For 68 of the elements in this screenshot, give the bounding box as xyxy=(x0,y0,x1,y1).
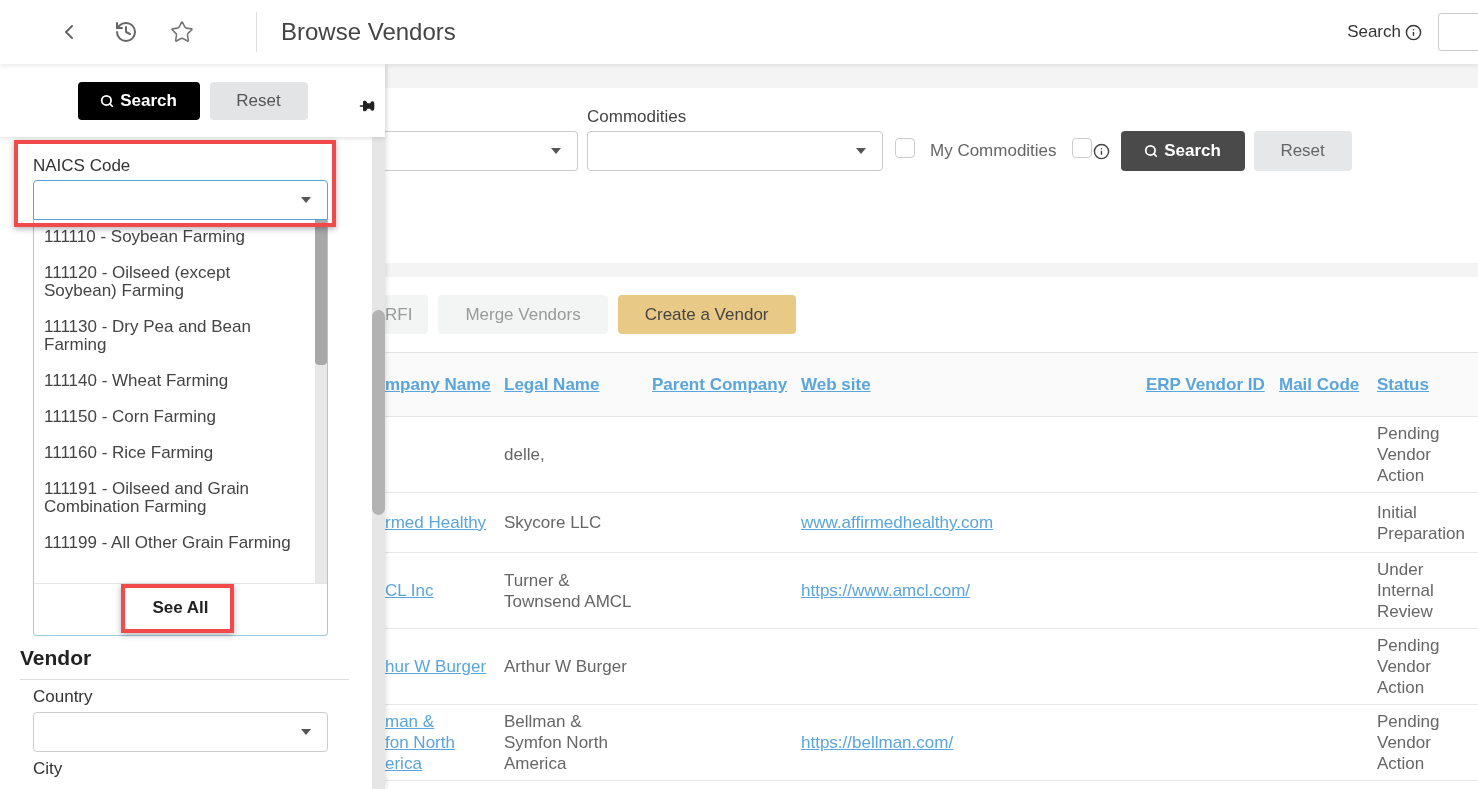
caret-icon xyxy=(301,197,311,203)
commodities-select[interactable] xyxy=(587,131,883,171)
action-button[interactable]: Merge Vendors xyxy=(438,295,608,334)
pin-icon xyxy=(359,98,375,114)
website-link[interactable]: www.affirmedhealthy.com xyxy=(801,513,994,532)
dropdown-option[interactable]: 111191 - Oilseed and Grain Combination Farming xyxy=(34,472,315,526)
field-label: Commodities xyxy=(587,107,688,127)
action-button[interactable]: RFI xyxy=(385,295,429,334)
field-label: Country xyxy=(33,686,94,707)
page-title: Browse Vendors xyxy=(281,17,456,47)
checkbox[interactable] xyxy=(1071,137,1092,158)
dropdown-option[interactable]: 111140 - Wheat Farming xyxy=(34,364,315,400)
status-cell-text: Under Internal Review xyxy=(1377,559,1435,622)
reset-button[interactable]: Reset xyxy=(209,81,308,120)
action-button[interactable]: Create a Vendor xyxy=(617,295,796,334)
section-heading: Vendor xyxy=(20,642,349,680)
caret-icon xyxy=(301,728,311,735)
column-header-link[interactable]: Legal Name xyxy=(504,374,600,394)
caret-icon xyxy=(856,148,866,154)
dropdown-option[interactable]: 111199 - All Other Grain Farming xyxy=(34,526,315,562)
naics-select[interactable] xyxy=(33,180,328,220)
see-all-button[interactable]: See All xyxy=(144,594,217,621)
history-icon[interactable] xyxy=(114,20,138,44)
reset-button[interactable]: Reset xyxy=(1253,131,1352,171)
status-cell-text: Pending Vendor Action xyxy=(1377,423,1441,486)
column-header-link[interactable]: ERP Vendor ID xyxy=(1146,374,1265,394)
field-label: City xyxy=(33,758,64,779)
website-link[interactable]: https://www.amcl.com/ xyxy=(801,581,971,600)
table-cell: Skycore LLC xyxy=(504,513,602,532)
table-cell: Arthur W Burger xyxy=(504,657,627,676)
dropdown-option[interactable]: 111120 - Oilseed (except Soybean) Farming xyxy=(34,256,315,310)
caret-icon xyxy=(551,148,561,154)
info-icon xyxy=(1405,23,1422,41)
website-link[interactable]: https://bellman.com/ xyxy=(801,733,954,752)
table-cell: Turner & Townsend AMCL xyxy=(504,570,632,611)
search-label: Search xyxy=(1347,21,1401,44)
info-icon xyxy=(1092,142,1110,160)
dropdown-option[interactable]: 111110 - Soybean Farming xyxy=(34,220,315,256)
search-field[interactable] xyxy=(1438,13,1478,51)
search-button[interactable]: Search xyxy=(1120,131,1245,171)
table-cell: delle, xyxy=(504,445,545,464)
checkbox-label: My Commodities xyxy=(930,140,1057,163)
search-icon xyxy=(1144,144,1159,158)
company-link[interactable]: rmed Healthy xyxy=(385,512,504,533)
dropdown-option[interactable]: 111160 - Rice Farming xyxy=(34,436,315,472)
scrollbar-thumb[interactable] xyxy=(372,310,385,515)
column-header-link[interactable]: Web site xyxy=(801,374,871,394)
dropdown-option[interactable]: 111130 - Dry Pea and Bean Farming xyxy=(34,310,315,364)
search-button[interactable]: Search xyxy=(77,81,200,120)
field-label: NAICS Code xyxy=(33,155,132,177)
country-select[interactable] xyxy=(33,711,328,752)
dropdown-option[interactable]: 111150 - Corn Farming xyxy=(34,400,315,436)
company-link[interactable]: man & fon North erica xyxy=(385,711,504,774)
star-icon[interactable] xyxy=(170,20,194,44)
status-cell-text: Pending Vendor Action xyxy=(1377,635,1441,698)
column-header-link[interactable]: Status xyxy=(1377,374,1429,394)
company-link[interactable]: CL Inc xyxy=(385,580,504,601)
checkbox[interactable] xyxy=(895,137,915,158)
scrollbar-thumb[interactable] xyxy=(315,220,327,365)
status-cell-text: Pending Vendor Action xyxy=(1377,711,1441,774)
company-link[interactable]: hur W Burger xyxy=(385,656,504,677)
status-cell-text: Initial Preparation xyxy=(1377,501,1466,544)
table-cell: Bellman & Symfon North America xyxy=(504,712,608,773)
column-header-link[interactable]: Parent Company xyxy=(652,374,788,394)
column-header-link[interactable]: mpany Name xyxy=(385,374,491,394)
column-header-link[interactable]: Mail Code xyxy=(1279,374,1360,394)
search-icon xyxy=(100,93,115,108)
filter-select[interactable] xyxy=(385,131,578,171)
